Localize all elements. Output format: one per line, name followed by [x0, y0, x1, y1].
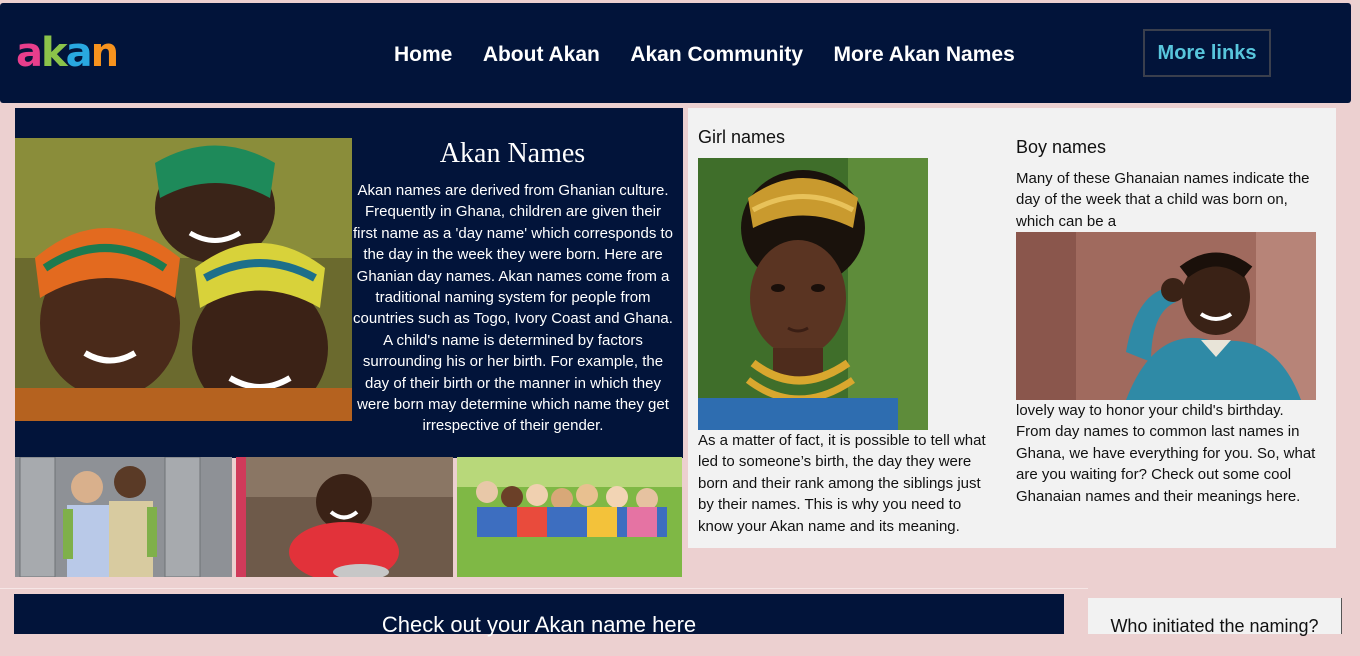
- boy-flexing-photo: [1016, 232, 1316, 400]
- check-akan-name-banner: Check out your Akan name here: [14, 594, 1064, 637]
- akan-logo[interactable]: akan: [16, 30, 120, 76]
- names-panel: Girl names As a matter of fact, it is po…: [688, 108, 1336, 548]
- girl-names-heading: Girl names: [698, 127, 786, 147]
- thumb-boys-at-lockers-photo: [15, 457, 232, 577]
- hero-title: Akan Names: [439, 138, 586, 169]
- thumb-kids-on-grass-photo: [457, 457, 682, 577]
- logo-letter-a: a: [16, 30, 43, 76]
- hero-description: Akan names are derived from Ghanian cult…: [352, 182, 674, 435]
- more-links-button[interactable]: More links: [1143, 29, 1271, 77]
- hero-children-photo: [15, 138, 352, 421]
- main-nav: Home About Akan Akan Community More Akan…: [394, 43, 1041, 67]
- hero-section: Akan Names Akan names are derived from G…: [15, 108, 683, 458]
- section-divider: [0, 588, 1088, 589]
- nav-akan-community-link[interactable]: Akan Community: [630, 43, 803, 67]
- logo-letter-n: n: [90, 30, 120, 76]
- logo-letter-a2: a: [65, 30, 93, 76]
- nav-about-akan-link[interactable]: About Akan: [483, 43, 600, 67]
- girl-names-text: As a matter of fact, it is possible to t…: [698, 432, 986, 535]
- nav-home-link[interactable]: Home: [394, 43, 452, 67]
- top-navbar: akan Home About Akan Akan Community More…: [0, 3, 1351, 103]
- logo-letter-k: k: [41, 30, 68, 76]
- girl-with-headdress-photo: [698, 158, 928, 430]
- nav-more-akan-names-link[interactable]: More Akan Names: [833, 43, 1014, 67]
- boy-names-intro-text: Many of these Ghanaian names indicate th…: [1016, 170, 1310, 230]
- boy-names-outro-text: lovely way to honor your child's birthda…: [1016, 402, 1316, 505]
- thumb-smiling-baby-photo: [236, 457, 453, 577]
- scrollbar-edge: [1341, 598, 1342, 634]
- boy-names-heading: Boy names: [1016, 137, 1107, 157]
- who-initiated-heading: Who initiated the naming?: [1088, 598, 1341, 636]
